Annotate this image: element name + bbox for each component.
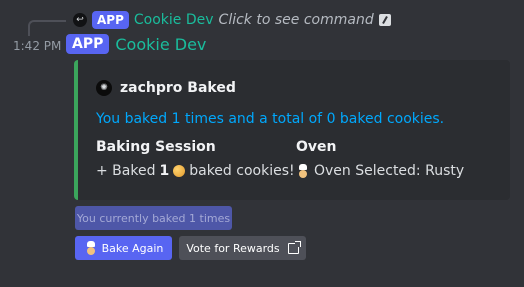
embed-author: ✺ zachpro Baked (96, 80, 236, 96)
embed-field-name: Baking Session (96, 139, 216, 155)
baked-count: 1 (159, 163, 170, 179)
external-link-icon (287, 240, 301, 254)
baked-suffix: baked cookies! (189, 163, 295, 179)
embed-field-oven: Oven Oven Selected: Rusty (296, 138, 464, 180)
reply-spine (28, 20, 66, 36)
embed-author-name: zachpro Baked (120, 80, 236, 96)
embed-description: You baked 1 times and a total of 0 baked… (96, 111, 445, 127)
baked-prefix: + Baked (96, 163, 156, 179)
message-header: APP Cookie Dev (66, 34, 206, 54)
chef-icon (84, 241, 98, 255)
message-container: ↩ APP Cookie Dev Click to see command 1:… (0, 0, 524, 287)
app-badge: APP (66, 34, 110, 54)
embed-field-value: Oven Selected: Rusty (296, 162, 464, 180)
cookie-icon (173, 165, 186, 177)
reply-icon: ↩ (73, 13, 87, 27)
embed-field-name: Oven (296, 139, 337, 155)
message-author[interactable]: Cookie Dev (115, 35, 206, 54)
status-button-label: You currently baked 1 times (76, 211, 231, 225)
bake-again-button[interactable]: Bake Again (75, 236, 172, 260)
embed-card: ✺ zachpro Baked You baked 1 times and a … (74, 60, 510, 200)
vote-for-rewards-button[interactable]: Vote for Rewards (179, 236, 306, 260)
slash-command-icon (378, 14, 391, 26)
reply-app-badge: APP (92, 11, 129, 29)
oven-selected: Oven Selected: Rusty (314, 163, 465, 179)
vote-label: Vote for Rewards (186, 241, 280, 255)
embed-author-avatar: ✺ (96, 80, 112, 96)
reply-command-hint[interactable]: Click to see command (219, 12, 374, 28)
chef-icon (296, 164, 310, 178)
embed-field-value: + Baked 1 baked cookies! (96, 162, 295, 180)
bake-again-label: Bake Again (101, 241, 164, 255)
reply-author[interactable]: Cookie Dev (134, 12, 214, 28)
message-timestamp: 1:42 PM (13, 39, 62, 53)
reply-reference[interactable]: ↩ APP Cookie Dev Click to see command (73, 10, 391, 30)
baked-count-status-button: You currently baked 1 times (75, 206, 232, 230)
embed-field-baking-session: Baking Session + Baked 1 baked cookies! (96, 138, 295, 180)
